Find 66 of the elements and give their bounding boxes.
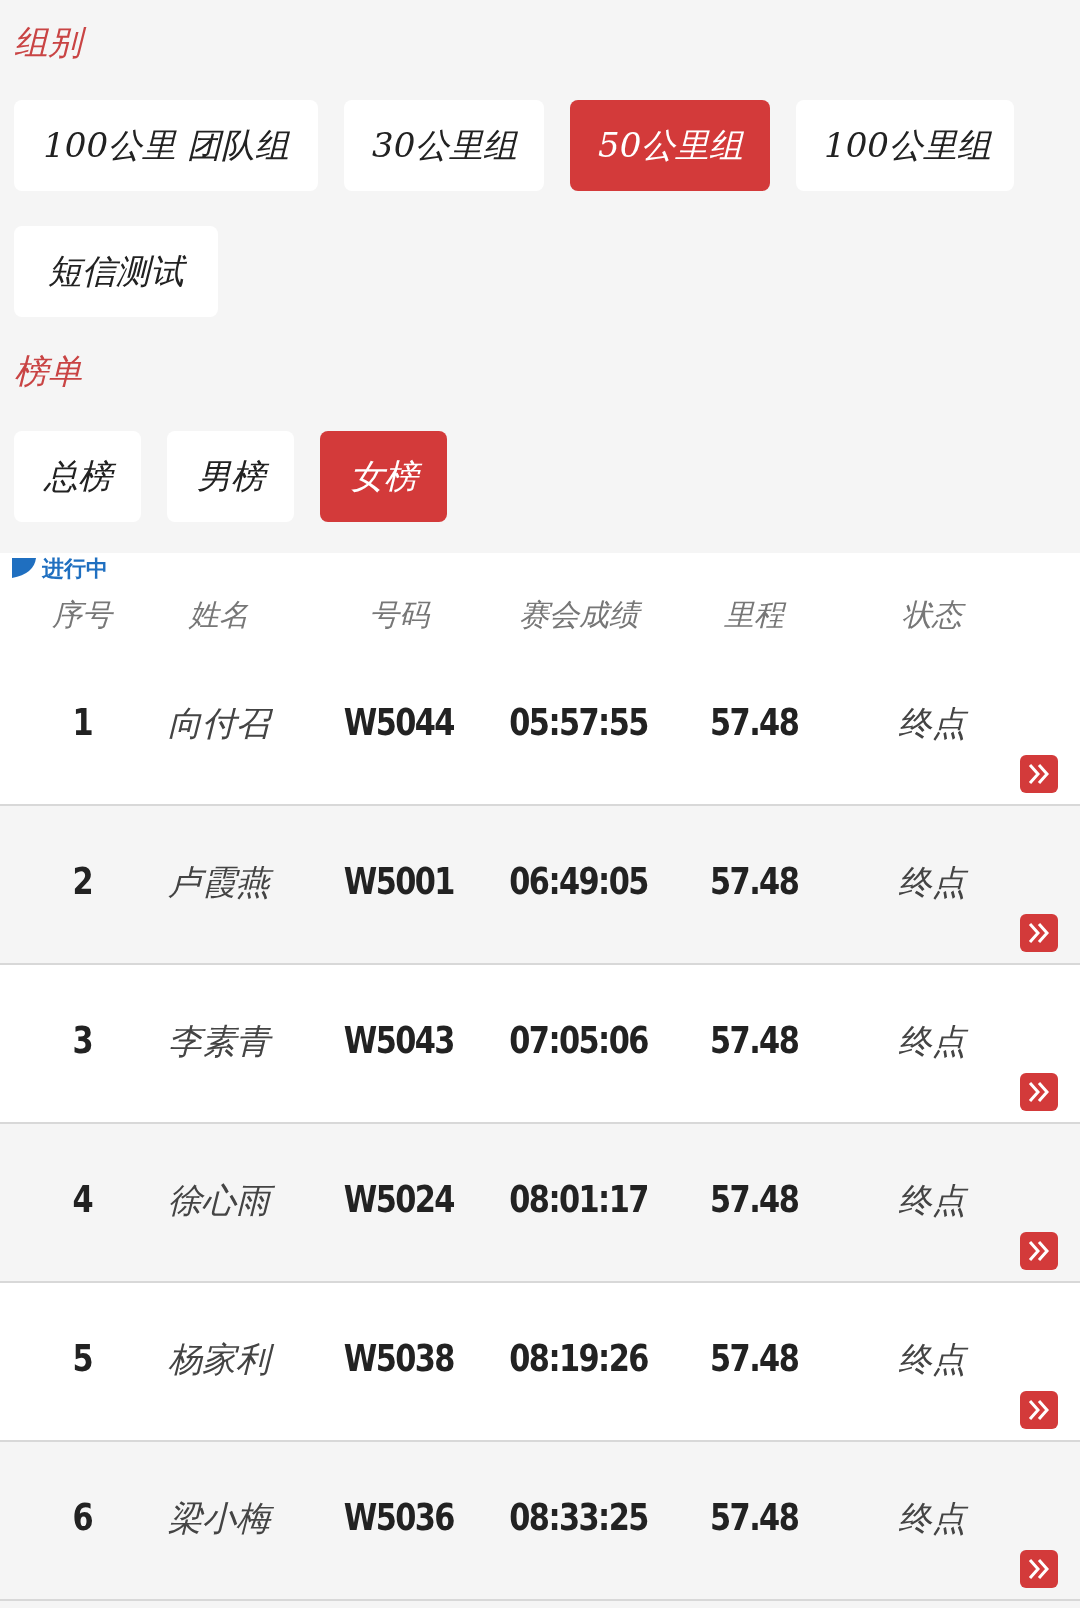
option-chip[interactable]: 女榜 (320, 431, 447, 522)
double-chevron-icon (1027, 1240, 1051, 1262)
table-cell-text: 5 (72, 1335, 92, 1382)
table-cell-text: 57.48 (709, 699, 799, 746)
option-chip[interactable]: 100公里 团队组 (14, 100, 318, 191)
table-cell: 终点 (891, 698, 972, 747)
column-header: 姓名 (187, 596, 250, 634)
details-button[interactable] (1020, 1391, 1058, 1429)
option-chip[interactable]: 男榜 (167, 431, 294, 522)
table-cell: 终点 (891, 1493, 972, 1542)
details-button[interactable] (1020, 1232, 1058, 1270)
details-button[interactable] (1020, 1073, 1058, 1111)
table-cell: 李素青 (162, 1016, 276, 1065)
table-cell: 向付召 (162, 698, 276, 747)
double-chevron-icon (1027, 922, 1051, 944)
double-chevron-icon (1027, 1558, 1051, 1580)
table-cell: 杨家利 (162, 1334, 276, 1383)
table-cell-text: 4 (72, 1176, 92, 1223)
table-cell-text: 57.48 (709, 1176, 799, 1223)
table-cell-text: 57.48 (709, 1494, 799, 1541)
section-title: 组别 (14, 18, 88, 66)
table-cell-text: 3 (72, 1017, 92, 1064)
double-chevron-icon (1027, 1399, 1051, 1421)
table-cell-text: 07:05:06 (509, 1017, 649, 1064)
option-chip[interactable]: 100公里组 (796, 100, 1014, 191)
option-chip[interactable]: 30公里组 (344, 100, 544, 191)
table-cell-text: 05:57:55 (509, 699, 649, 746)
table-cell: 终点 (891, 1016, 972, 1065)
table-cell-text: 2 (72, 858, 92, 905)
table-cell: 终点 (891, 1175, 972, 1224)
column-header: 状态 (895, 593, 968, 637)
column-header: 序号 (51, 596, 115, 634)
table-cell-text: 08:33:25 (509, 1494, 649, 1541)
table-cell: 徐心雨 (162, 1175, 276, 1224)
table-cell: 终点 (891, 1334, 972, 1383)
table-cell-text: 1 (72, 699, 92, 746)
option-chip[interactable]: 总榜 (14, 431, 141, 522)
double-chevron-icon (1027, 1081, 1051, 1103)
table-cell-text: W5001 (343, 858, 455, 905)
table-cell: 梁小梅 (162, 1493, 276, 1542)
table-cell: 卢霞燕 (162, 857, 276, 906)
section-title: 榜单 (14, 350, 83, 393)
table-cell-text: W5036 (343, 1494, 455, 1541)
table-cell-text: 06:49:05 (509, 858, 649, 905)
table-cell-text: 57.48 (709, 1335, 799, 1382)
column-header: 赛会成绩 (513, 593, 645, 637)
table-cell-text: 57.48 (709, 858, 799, 905)
option-chip[interactable]: 短信测试 (14, 226, 218, 317)
table-cell-text: W5043 (343, 1017, 455, 1064)
table-cell-text: 08:19:26 (509, 1335, 649, 1382)
table-cell-text: W5044 (343, 699, 455, 746)
double-chevron-icon (1027, 763, 1051, 785)
details-button[interactable] (1020, 914, 1058, 952)
column-header: 号码 (368, 596, 432, 634)
status-label: 进行中 (42, 558, 108, 580)
table-cell-text: W5024 (343, 1176, 455, 1223)
option-chip[interactable]: 50公里组 (570, 100, 770, 191)
table-cell-text: 6 (72, 1494, 92, 1541)
table-cell-text: 57.48 (709, 1017, 799, 1064)
details-button[interactable] (1020, 1550, 1058, 1588)
column-header: 里程 (718, 593, 790, 637)
table-cell-text: W5038 (343, 1335, 455, 1382)
table-cell-text: 08:01:17 (509, 1176, 649, 1223)
details-button[interactable] (1020, 755, 1058, 793)
table-cell: 终点 (891, 857, 972, 906)
flag-icon (12, 558, 36, 580)
